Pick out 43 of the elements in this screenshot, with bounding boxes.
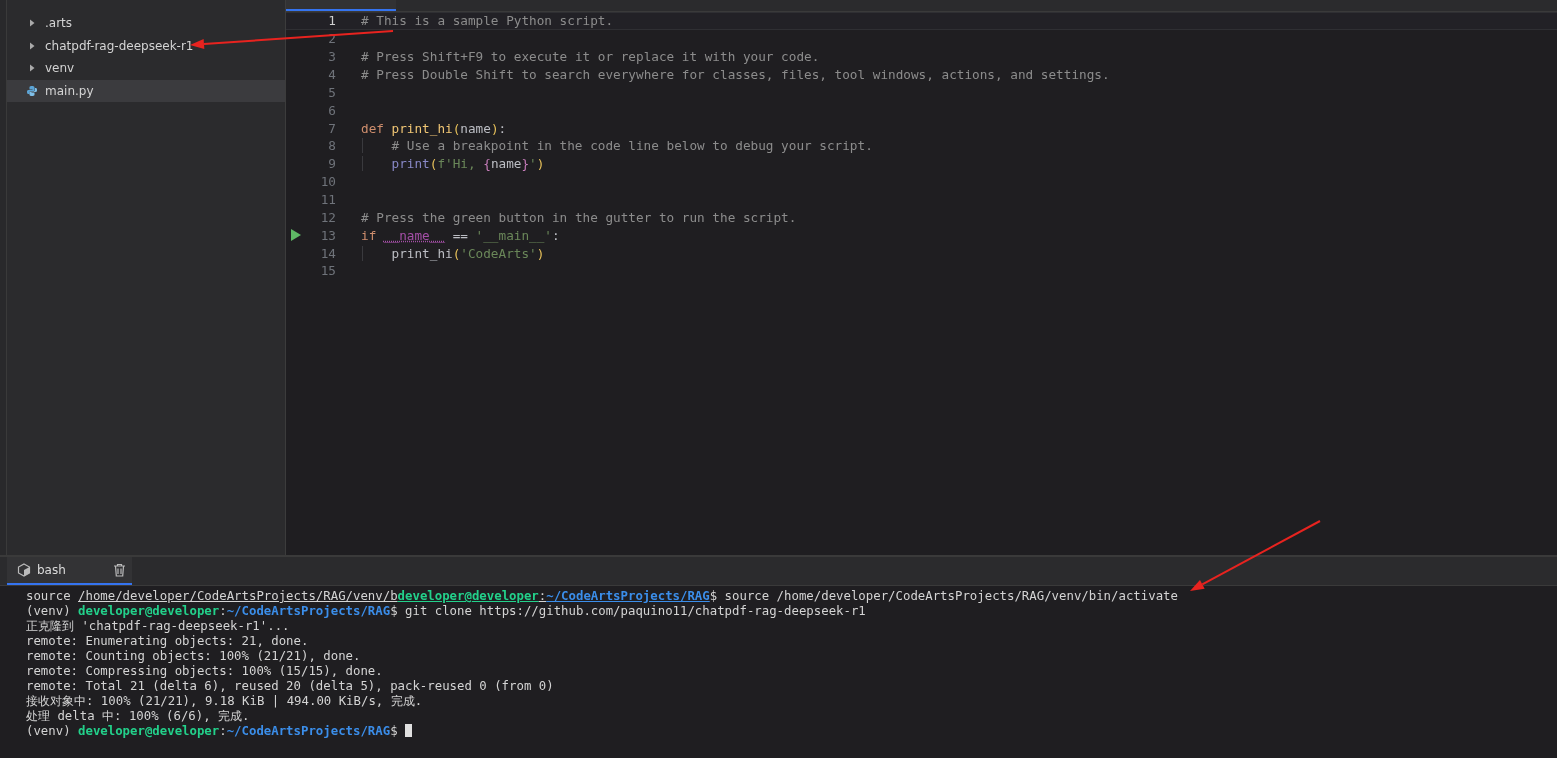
terminal-line: remote: Counting objects: 100% (21/21), done. [26, 649, 361, 663]
line-number: 1 [327, 13, 336, 29]
terminal-line: (venv) developer@developer:~/CodeArtsProjects/RAG$ [26, 724, 398, 738]
code-line: # Press the green button in the gutter to run the script. [361, 209, 797, 225]
tree-item[interactable]: venv [7, 57, 285, 80]
terminal-line: remote: Compressing objects: 100% (15/15), done. [26, 664, 383, 678]
editor-tab[interactable] [286, 0, 396, 11]
terminal-line: remote: Total 21 (delta 6), reused 20 (delta 5), pack-reused 0 (from 0) [26, 679, 554, 693]
code-line: if __name__ == '__main__': [361, 227, 560, 243]
code-line: print(f'Hi, {name}') [391, 156, 545, 172]
code-line: def print_hi(name): [361, 120, 507, 136]
line-number: 12 [319, 209, 336, 225]
line-number: 5 [327, 84, 336, 100]
code-line: # Press Double Shift to search everywhere for classes, files, tool windows, actions, and settings. [361, 67, 1110, 82]
tree-item[interactable]: chatpdf-rag-deepseek-r1 [7, 34, 285, 57]
code-line: # Press Shift+F9 to execute it or replace it with your code. [361, 49, 820, 65]
line-number: 13 [319, 227, 336, 243]
line-number: 11 [319, 192, 336, 207]
trash-icon[interactable] [113, 563, 126, 577]
tree-item[interactable]: main.py [7, 79, 285, 102]
line-number: 4 [327, 67, 336, 82]
line-number: 10 [319, 174, 336, 190]
line-number: 7 [327, 120, 336, 136]
terminal-line: (venv) developer@developer:~/CodeArtsProjects/RAG$ git clone https://github.com/paquino11/chatpdf-rag-deepseek-r1 [26, 604, 866, 618]
run-icon[interactable] [291, 229, 301, 242]
line-number: 6 [327, 102, 336, 118]
terminal-line: 接收对象中: 100% (21/21), 9.18 KiB | 494.00 KiB/s, 完成. [26, 694, 423, 708]
line-number: 14 [319, 245, 336, 261]
terminal-line: 处理 delta 中: 100% (6/6), 完成. [26, 709, 250, 723]
terminal-line: 正克隆到 'chatpdf-rag-deepseek-r1'... [26, 619, 290, 633]
cube-icon [17, 563, 31, 577]
line-number: 3 [327, 49, 336, 65]
python-file-icon [26, 84, 38, 97]
line-number: 15 [319, 263, 336, 279]
code-line: # This is a sample Python script. [361, 13, 614, 29]
terminal-tab[interactable]: bash [7, 557, 132, 585]
code-line: print_hi('CodeArts') [391, 245, 545, 261]
terminal-line: remote: Enumerating objects: 21, done. [26, 634, 309, 648]
line-number: 8 [327, 138, 336, 154]
terminal-line: source /home/developer/CodeArtsProjects/RAG/venv/bdeveloper@developer:~/CodeArtsProjects/RAG$ source /home/developer/CodeArtsProjects/RAG/venv/bin/activate [26, 589, 1178, 603]
code-line: # Use a breakpoint in the code line below to debug your script. [391, 138, 873, 154]
line-number: 9 [327, 156, 336, 172]
tree-item[interactable]: .arts [7, 12, 285, 35]
